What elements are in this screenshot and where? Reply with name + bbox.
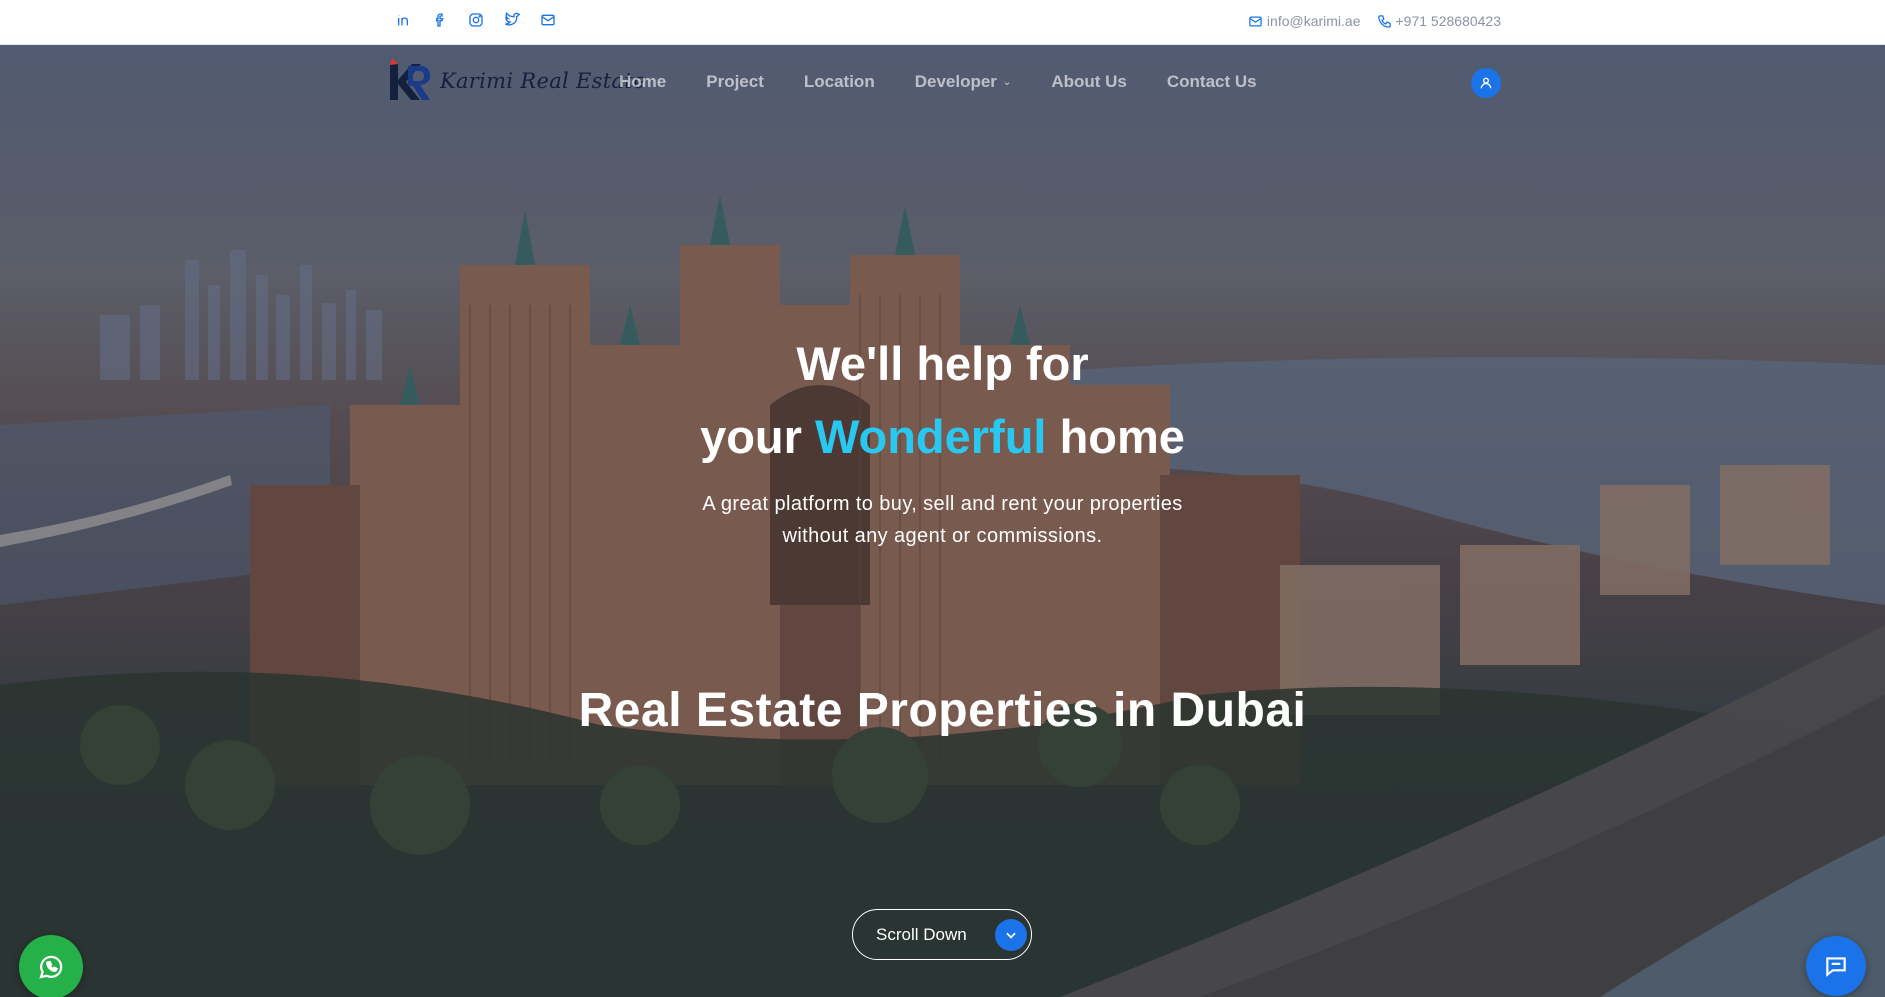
logo-text: Karimi Real Estate	[440, 69, 646, 93]
nav-item-location[interactable]: Location	[804, 72, 875, 92]
site-logo[interactable]: Karimi Real Estate	[386, 58, 646, 104]
hero-headline: Real Estate Properties in Dubai	[578, 684, 1307, 737]
hero-title-word: your	[700, 410, 802, 463]
phone-link[interactable]: +971 528680423	[1377, 13, 1502, 29]
envelope-icon	[1249, 16, 1262, 26]
facebook-icon[interactable]	[422, 5, 458, 35]
hero-title-line-2: your Wonderful home	[0, 401, 1885, 473]
nav-label: Developer	[914, 72, 997, 91]
nav-label: Contact Us	[1166, 72, 1257, 91]
hero-title-word: home	[1059, 410, 1185, 463]
nav-item-project[interactable]: Project	[706, 72, 764, 92]
phone-text: +971 528680423	[1395, 13, 1502, 29]
phone-icon	[1377, 14, 1391, 28]
chevron-down-icon	[995, 919, 1027, 951]
user-icon	[1480, 77, 1492, 89]
contact-info: info@karimi.ae +971 528680423	[1248, 13, 1501, 29]
hero-subtitle-line-1: A great platform to buy, sell and rent y…	[702, 493, 1183, 515]
whatsapp-button[interactable]	[19, 935, 83, 997]
chat-icon	[1826, 957, 1846, 977]
email-text: info@karimi.ae	[1266, 13, 1361, 29]
hero-subtitle: A great platform to buy, sell and rent y…	[0, 488, 1885, 552]
nav-label: Location	[803, 72, 875, 91]
user-account-button[interactable]	[1471, 68, 1501, 98]
nav-item-contact-us[interactable]: Contact Us	[1167, 72, 1257, 92]
nav-item-developer[interactable]: Developer ⌄	[915, 72, 1012, 92]
nav-label: About Us	[1051, 72, 1127, 91]
nav-label: Project	[706, 72, 764, 91]
nav-label: Home	[619, 72, 667, 91]
hero-subtitle-line-2: without any agent or commissions.	[782, 525, 1103, 547]
hero-section: Karimi Real Estate Home Project Location…	[0, 45, 1885, 997]
mail-icon[interactable]	[530, 5, 566, 35]
hero-title-accent: Wonderful	[815, 410, 1047, 463]
instagram-icon[interactable]	[458, 5, 494, 35]
twitter-icon[interactable]	[494, 5, 530, 35]
chevron-down-icon: ⌄	[1002, 76, 1012, 88]
main-nav: Karimi Real Estate Home Project Location…	[0, 45, 1885, 120]
nav-menu: Home Project Location Developer ⌄ About U…	[619, 72, 1257, 92]
scroll-down-button[interactable]: Scroll Down	[852, 909, 1032, 960]
live-chat-button[interactable]	[1806, 936, 1866, 996]
logo-mark	[386, 58, 434, 104]
top-bar: info@karimi.ae +971 528680423	[0, 0, 1885, 45]
social-links	[386, 5, 566, 35]
email-link[interactable]: info@karimi.ae	[1248, 13, 1361, 29]
linkedin-icon[interactable]	[386, 5, 422, 35]
whatsapp-icon	[39, 955, 63, 979]
scroll-down-label: Scroll Down	[876, 924, 967, 944]
nav-item-home[interactable]: Home	[619, 72, 666, 92]
nav-item-about-us[interactable]: About Us	[1051, 72, 1127, 92]
hero-title-line-1: We'll help for	[796, 337, 1089, 390]
